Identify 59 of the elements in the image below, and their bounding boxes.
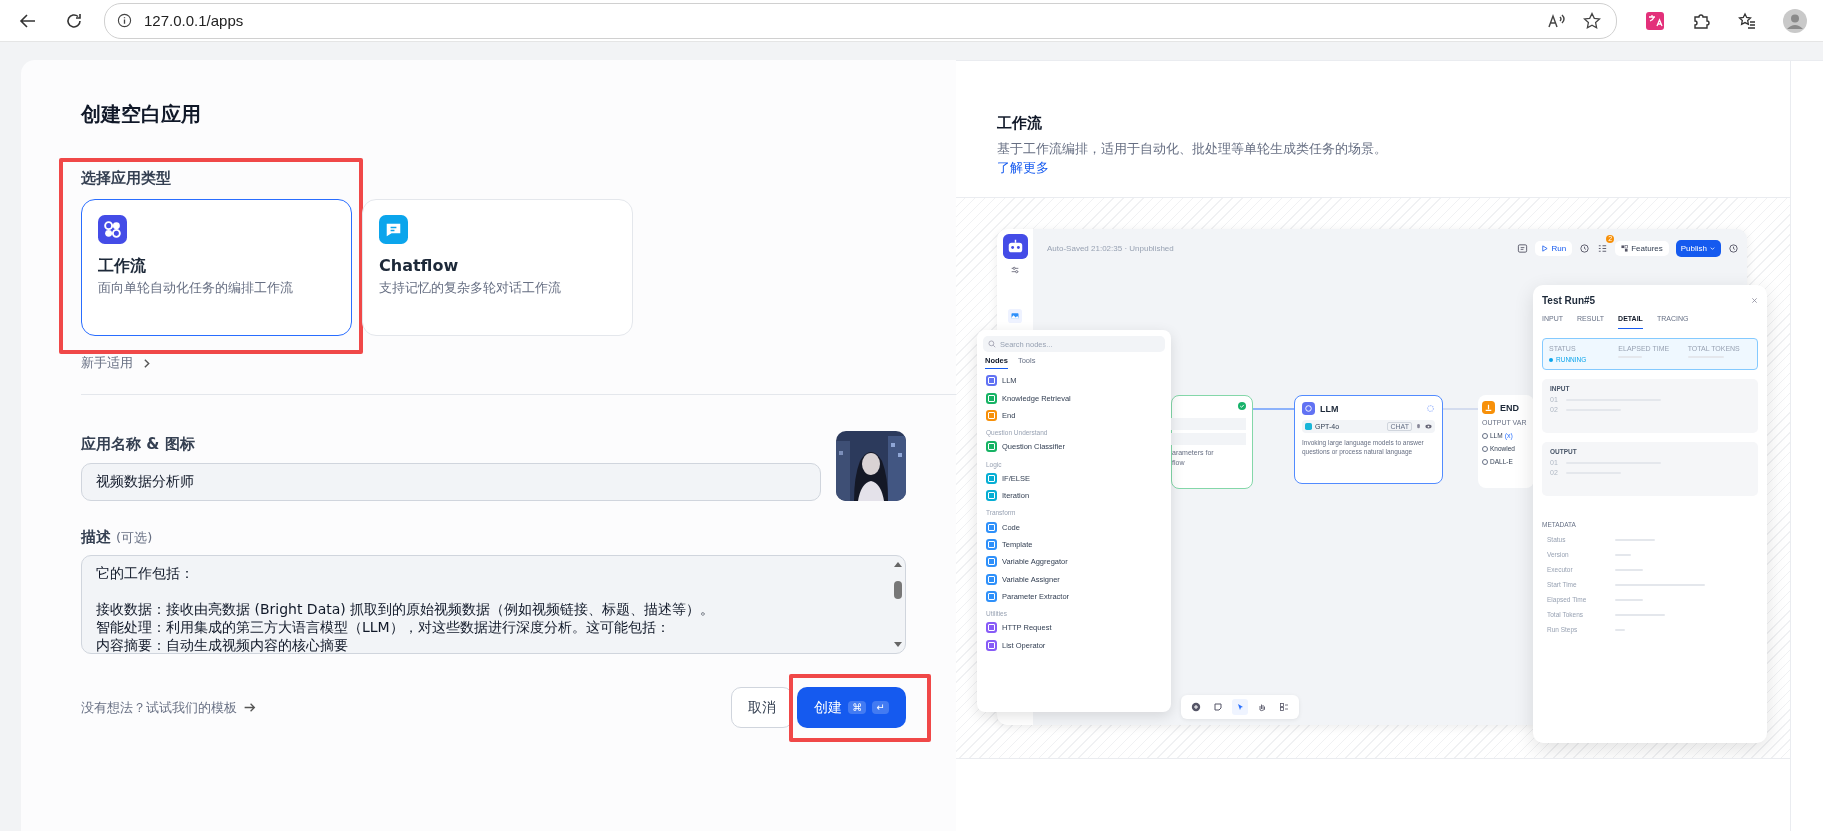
address-bar[interactable]: 127.0.0.1/apps xyxy=(104,2,1617,39)
history-icon[interactable] xyxy=(1579,242,1591,254)
robot-icon xyxy=(1002,234,1028,259)
dialog-title: 创建空白应用 xyxy=(81,101,202,128)
checklist-icon[interactable] xyxy=(1597,242,1609,254)
arrow-right-icon xyxy=(243,701,256,714)
description-line: 内容摘要：自动生成视频内容的核心摘要 xyxy=(96,636,349,653)
chat-bubble-icon xyxy=(379,215,408,244)
sliders-icon[interactable] xyxy=(1010,265,1020,275)
beginner-link[interactable]: 新手适用 xyxy=(81,354,152,372)
optional-hint: (可选) xyxy=(116,530,153,545)
star-icon[interactable] xyxy=(1582,10,1602,31)
grid-icon xyxy=(1621,244,1629,252)
panel-title: Test Run#5 xyxy=(1542,295,1596,306)
description-line: 智能处理：利用集成的第三方大语言模型（LLM），对这些数据进行深度分析。这可能包括： xyxy=(96,618,671,636)
node-title: LLM xyxy=(1320,403,1339,414)
app-type-description: 面向单轮自动化任务的编排工作流 xyxy=(98,279,294,297)
app-type-name: 工作流 xyxy=(98,256,147,276)
microphone-icon xyxy=(1415,423,1422,430)
caret-icon xyxy=(1709,244,1716,252)
pointer-icon[interactable] xyxy=(1232,699,1248,715)
app-type-description: 支持记忆的复杂多轮对话工作流 xyxy=(379,279,562,297)
check-circle-icon xyxy=(1238,402,1246,410)
section-label: 应用名称 & 图标 xyxy=(81,434,196,455)
connector-line xyxy=(1252,408,1295,410)
section-label: 选择应用类型 xyxy=(81,168,172,189)
publish-button[interactable]: Publish xyxy=(1675,239,1721,257)
play-icon xyxy=(1541,244,1549,252)
node-title: END xyxy=(1500,402,1519,413)
eye-icon xyxy=(1425,423,1432,430)
description-line: 接收数据：接收由亮数据 (Bright Data) 抓取到的原始视频数据（例如视频链接、标题、描述等）。 xyxy=(96,600,716,618)
description-line: 它的工作包括： xyxy=(96,564,195,582)
profile-avatar-icon[interactable] xyxy=(1783,8,1807,33)
save-status: Auto-Saved 21:02:35 · Unpublished xyxy=(1047,243,1174,253)
translate-icon[interactable] xyxy=(1645,10,1665,31)
image-icon[interactable] xyxy=(1008,309,1022,323)
create-button[interactable]: 创建 ⌘ ↵ xyxy=(797,687,906,728)
close-icon[interactable] xyxy=(1751,297,1758,304)
app-name-field[interactable]: 视频数据分析师 xyxy=(81,463,821,501)
section-label: 描述 xyxy=(81,528,111,546)
learn-more-link[interactable]: 了解更多 xyxy=(997,160,1049,175)
description-field[interactable]: 它的工作包括： 接收数据：接收由亮数据 (Bright Data) 抓取到的原始视频数据（例如视频链接、标题、描述等）。 智能处理：利用集成的第三方大语言模型（LLM），对这些数据进行深度分析。这可能包括： 内容摘要：自动生成视频内容的核心摘要 xyxy=(81,555,906,654)
app-type-name: Chatflow xyxy=(379,256,460,276)
features-button[interactable]: Features xyxy=(1615,240,1669,256)
restore-icon[interactable] xyxy=(1728,242,1739,254)
info-icon[interactable] xyxy=(117,13,132,28)
llm-icon xyxy=(1302,402,1315,415)
search-icon xyxy=(988,340,996,348)
app-type-card[interactable]: 工作流 面向单轮自动化任务的编排工作流 xyxy=(81,199,352,336)
app-type-card[interactable]: Chatflow 支持记忆的复杂多轮对话工作流 xyxy=(362,199,633,336)
env-icon[interactable] xyxy=(1517,242,1529,254)
run-button[interactable]: Run xyxy=(1535,240,1573,256)
end-icon xyxy=(1482,401,1495,414)
preview-description: 基于工作流编排，适用于自动化、批处理等单轮生成类任务的场景。 了解更多 xyxy=(997,140,1388,177)
template-link[interactable]: 没有想法？试试我们的模板 xyxy=(81,698,256,717)
preview-title: 工作流 xyxy=(997,113,1043,133)
url-text: 127.0.0.1/apps xyxy=(144,12,244,29)
workflow-icon xyxy=(98,215,127,244)
model-icon xyxy=(1305,423,1312,430)
